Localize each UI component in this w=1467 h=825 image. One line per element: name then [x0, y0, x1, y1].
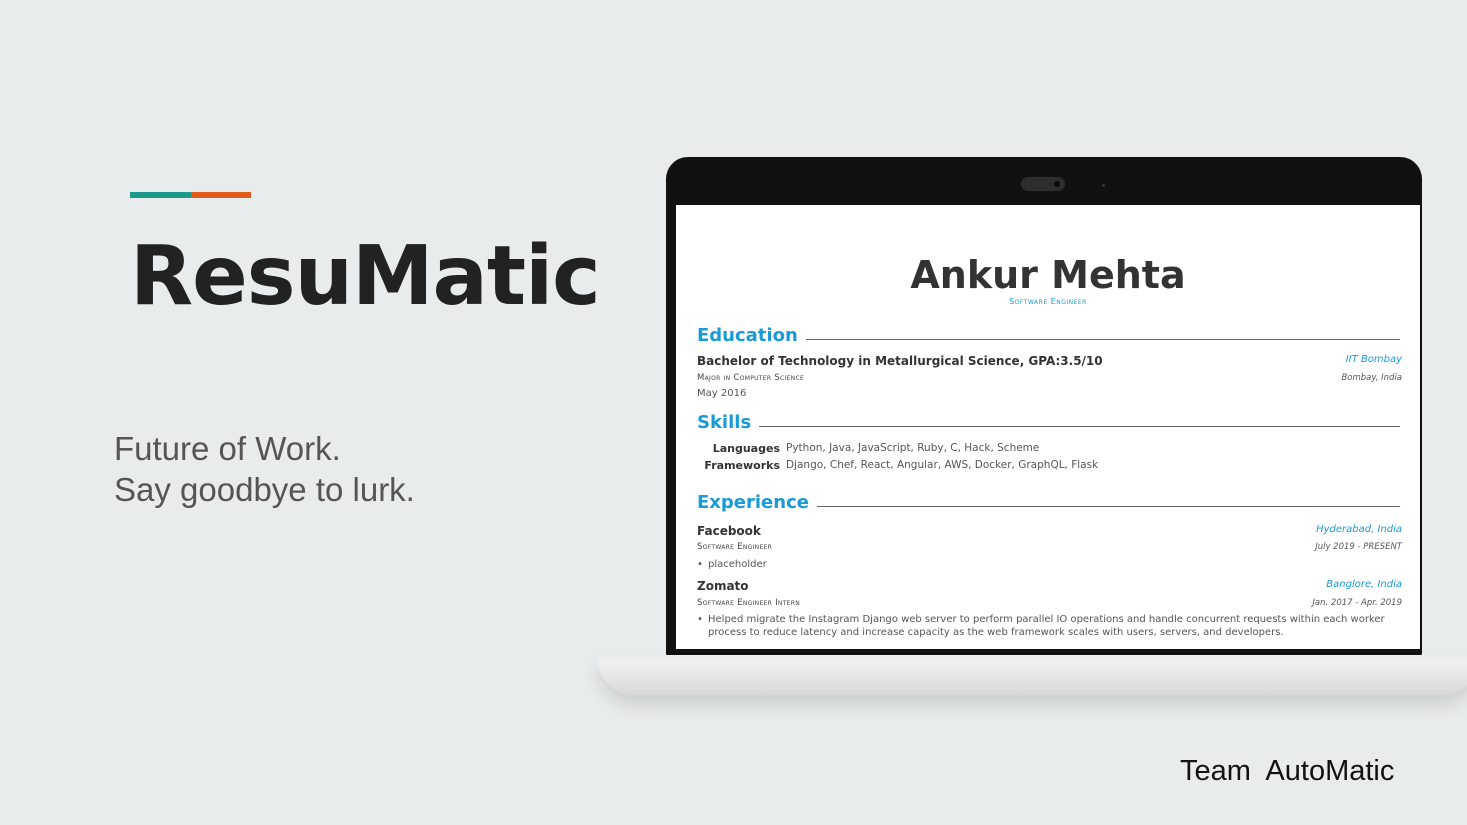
accent-bar-teal	[130, 192, 191, 198]
tagline-line-2: Say goodbye to lurk.	[114, 471, 415, 508]
job-title: Software Engineer	[697, 542, 773, 552]
section-divider	[805, 339, 1400, 340]
job-bullet: • Helped migrate the Instagram Django we…	[697, 613, 1402, 639]
job-company: Zomato	[697, 579, 749, 593]
education-location: Bombay, India	[1341, 373, 1402, 383]
section-divider	[816, 506, 1400, 507]
webcam-icon	[1021, 177, 1065, 191]
skill-value: Django, Chef, React, Angular, AWS, Docke…	[786, 459, 1099, 471]
education-date-row: May 2016	[697, 388, 1402, 399]
education-heading: Education	[697, 325, 1400, 346]
job-dates: Jan. 2017 - Apr. 2019	[1312, 598, 1402, 608]
job-location: Banglore, India	[1326, 579, 1402, 590]
team-name: Team AutoMatic	[1180, 755, 1395, 787]
skills-heading-label: Skills	[697, 412, 752, 433]
job-location: Hyderabad, India	[1316, 524, 1402, 535]
laptop-base	[598, 655, 1467, 695]
skill-row-frameworks: Frameworks Django, Chef, React, Angular,…	[697, 459, 1098, 472]
job-header: Facebook Hyderabad, India	[697, 524, 1402, 538]
skills-heading: Skills	[697, 412, 1400, 433]
education-degree: Bachelor of Technology in Metallurgical …	[697, 354, 1103, 368]
job-bullet-text: placeholder	[708, 559, 767, 570]
skill-label: Languages	[712, 442, 780, 455]
brand-title: ResuMatic	[130, 229, 601, 324]
accent-bar-orange	[191, 192, 251, 198]
tagline: Future of Work. Say goodbye to lurk.	[114, 428, 415, 510]
experience-heading: Experience	[697, 492, 1400, 513]
education-subrow: Major in Computer Science Bombay, India	[697, 373, 1402, 383]
job-bullet-text: Helped migrate the Instagram Django web …	[708, 614, 1385, 638]
job-subheader: Software Engineer July 2019 - PRESENT	[697, 542, 1402, 552]
tagline-line-1: Future of Work.	[114, 430, 341, 467]
job-title: Software Engineer Intern	[697, 598, 801, 608]
education-heading-label: Education	[697, 325, 798, 346]
education-major: Major in Computer Science	[697, 373, 805, 383]
job-header: Zomato Banglore, India	[697, 579, 1402, 593]
resume-name: Ankur Mehta	[910, 253, 1186, 297]
job-subheader: Software Engineer Intern Jan. 2017 - Apr…	[697, 598, 1402, 608]
laptop-screen-resume: Ankur Mehta Software Engineer Education …	[676, 205, 1420, 649]
bullet-icon: •	[697, 559, 703, 570]
experience-heading-label: Experience	[697, 492, 809, 513]
job-company: Facebook	[697, 524, 761, 538]
education-row: Bachelor of Technology in Metallurgical …	[697, 354, 1402, 368]
job-dates: July 2019 - PRESENT	[1315, 542, 1402, 552]
skill-label: Frameworks	[704, 459, 780, 472]
bullet-icon: •	[697, 614, 703, 625]
job-bullet: • placeholder	[697, 558, 1402, 571]
section-divider	[759, 426, 1400, 427]
accent-bar	[130, 192, 251, 198]
education-date: May 2016	[697, 388, 747, 399]
skill-value: Python, Java, JavaScript, Ruby, C, Hack,…	[786, 442, 1040, 454]
sensor-dot	[1102, 184, 1105, 187]
education-school: IIT Bombay	[1345, 354, 1402, 365]
skill-row-languages: Languages Python, Java, JavaScript, Ruby…	[697, 442, 1040, 455]
resume-role: Software Engineer	[1009, 297, 1087, 306]
